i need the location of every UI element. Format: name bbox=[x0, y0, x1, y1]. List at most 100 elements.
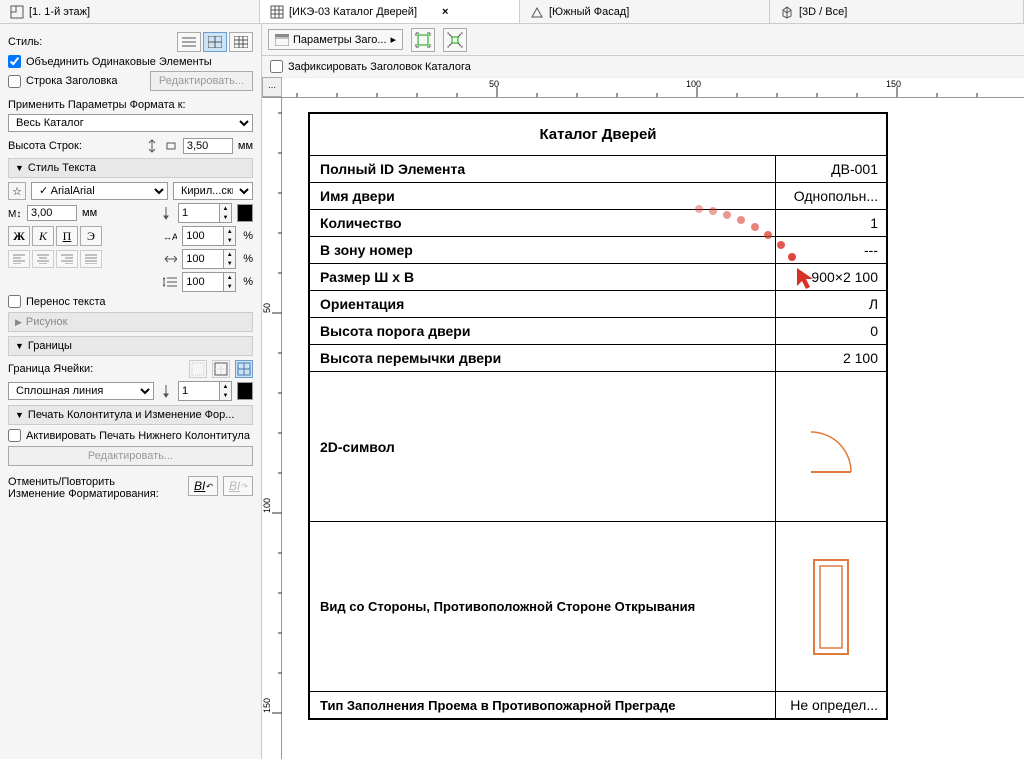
table-row: Высота перемычки двери2 100 bbox=[310, 345, 886, 372]
merge-same-label: Объединить Одинаковые Элементы bbox=[26, 56, 212, 68]
italic-button[interactable]: К bbox=[32, 226, 54, 246]
cell-border-label: Граница Ячейки: bbox=[8, 363, 93, 375]
svg-text:↔A: ↔A bbox=[163, 232, 177, 242]
schedule-icon bbox=[270, 5, 284, 19]
horizontal-ruler[interactable]: ⋯ 50 100 150 bbox=[262, 78, 1024, 98]
table-row: Высота порога двери0 bbox=[310, 318, 886, 345]
catalog-table: Каталог Дверей Полный ID ЭлементаДВ-001 … bbox=[308, 112, 888, 720]
border-color-swatch[interactable] bbox=[237, 382, 253, 400]
apply-scope-dropdown[interactable]: Весь Каталог bbox=[8, 114, 253, 132]
fix-header-label: Зафиксировать Заголовок Каталога bbox=[288, 61, 471, 73]
wrap-text-checkbox[interactable] bbox=[8, 295, 21, 308]
underline-button[interactable]: П bbox=[56, 226, 78, 246]
bold-button[interactable]: Ж bbox=[8, 226, 30, 246]
header-row-label: Строка Заголовка bbox=[26, 75, 118, 87]
text-style-section[interactable]: ▼ Стиль Текста bbox=[8, 158, 253, 178]
zoom-extents-button[interactable] bbox=[443, 28, 467, 52]
align-justify-button[interactable] bbox=[80, 250, 102, 268]
edit-footer-button[interactable]: Редактировать... bbox=[8, 446, 253, 466]
row-height-input[interactable] bbox=[183, 138, 233, 154]
table-row: ОриентацияЛ bbox=[310, 291, 886, 318]
header-params-button[interactable]: Параметры Заго... ▸ bbox=[268, 29, 403, 50]
fix-header-checkbox[interactable] bbox=[270, 60, 283, 73]
table-row: Полный ID ЭлементаДВ-001 bbox=[310, 156, 886, 183]
vertical-ruler[interactable]: 50 100 150 bbox=[262, 98, 282, 759]
tab-label: [Южный Фасад] bbox=[549, 6, 629, 18]
door-2d-symbol[interactable] bbox=[776, 372, 886, 521]
border-pen-input[interactable]: ▲▼ bbox=[178, 381, 232, 401]
edit-header-button[interactable]: Редактировать... bbox=[150, 71, 253, 91]
tab-floor-plan[interactable]: [1. 1-й этаж] bbox=[0, 0, 260, 23]
border-outer-button[interactable] bbox=[212, 360, 230, 378]
schedule-toolbar: Параметры Заго... ▸ bbox=[262, 24, 1024, 56]
undo-format-button[interactable]: BI↶ bbox=[188, 476, 218, 496]
chevron-right-icon: ▶ bbox=[15, 317, 22, 328]
pen-icon bbox=[159, 206, 173, 220]
height-icon bbox=[145, 139, 159, 153]
fit-button[interactable] bbox=[411, 28, 435, 52]
font-dropdown[interactable]: ✓ ArialArial bbox=[31, 182, 168, 200]
chevron-right-icon: ▸ bbox=[391, 33, 397, 46]
border-all-button[interactable] bbox=[235, 360, 253, 378]
table-row: Тип Заполнения Проема в Противопожарной … bbox=[310, 692, 886, 718]
tab-elevation[interactable]: [Южный Фасад] bbox=[520, 0, 770, 23]
footer-section[interactable]: ▼ Печать Колонтитула и Изменение Фор... bbox=[8, 405, 253, 425]
table-row: 2D-символ bbox=[310, 372, 886, 522]
borders-section[interactable]: ▼ Границы bbox=[8, 336, 253, 356]
ruler-options-button[interactable]: ⋯ bbox=[262, 77, 282, 97]
undo-label-1: Отменить/Повторить bbox=[8, 476, 183, 488]
tab-3d[interactable]: [3D / Все] bbox=[770, 0, 1024, 23]
style-large-btn[interactable] bbox=[229, 32, 253, 52]
table-row: Вид со Стороны, Противоположной Стороне … bbox=[310, 522, 886, 692]
line-spacing-icon bbox=[163, 275, 177, 289]
activate-footer-checkbox[interactable] bbox=[8, 429, 21, 442]
schedule-canvas[interactable]: Каталог Дверей Полный ID ЭлементаДВ-001 … bbox=[282, 98, 1024, 759]
drawing-section[interactable]: ▶ Рисунок bbox=[8, 312, 253, 332]
chevron-down-icon: ▼ bbox=[15, 410, 24, 420]
catalog-title: Каталог Дверей bbox=[310, 114, 886, 156]
align-left-button[interactable] bbox=[8, 250, 30, 268]
tab-catalog[interactable]: [ИКЭ-03 Каталог Дверей] × bbox=[260, 0, 520, 23]
line-type-dropdown[interactable]: Сплошная линия bbox=[8, 382, 154, 400]
char-spacing-icon: ↔A bbox=[163, 229, 177, 243]
pen-width-input[interactable]: ▲▼ bbox=[178, 203, 232, 223]
pen-icon-2 bbox=[159, 384, 173, 398]
border-none-button[interactable] bbox=[189, 360, 207, 378]
align-center-button[interactable] bbox=[32, 250, 54, 268]
style-grid-btn[interactable] bbox=[203, 32, 227, 52]
row-icon bbox=[164, 139, 178, 153]
encoding-dropdown[interactable]: Кирил...ский bbox=[173, 182, 253, 200]
table-row: Размер Ш x В900×2 100 bbox=[310, 264, 886, 291]
strike-button[interactable]: Э bbox=[80, 226, 102, 246]
activate-footer-label: Активировать Печать Нижнего Колонтитула bbox=[26, 429, 250, 443]
wrap-text-label: Перенос текста bbox=[26, 296, 106, 308]
favorite-toggle[interactable]: ☆ bbox=[8, 182, 26, 200]
style-list-btn[interactable] bbox=[177, 32, 201, 52]
row-height-label: Высота Строк: bbox=[8, 140, 82, 152]
undo-label-2: Изменение Форматирования: bbox=[8, 488, 183, 500]
svg-text:M↕: M↕ bbox=[8, 209, 21, 219]
line-spacing-input[interactable]: ▲▼ bbox=[182, 272, 236, 292]
table-row: Количество1 bbox=[310, 210, 886, 237]
redo-format-button[interactable]: BI↷ bbox=[223, 476, 253, 496]
font-size-input[interactable] bbox=[27, 205, 77, 221]
table-row: В зону номер--- bbox=[310, 237, 886, 264]
width-scale-input[interactable]: ▲▼ bbox=[182, 249, 236, 269]
document-tabs: [1. 1-й этаж] [ИКЭ-03 Каталог Дверей] × … bbox=[0, 0, 1024, 24]
elevation-icon bbox=[530, 5, 544, 19]
door-front-view[interactable] bbox=[776, 522, 886, 691]
tab-label: [ИКЭ-03 Каталог Дверей] bbox=[289, 6, 417, 18]
header-row-checkbox[interactable] bbox=[8, 75, 21, 88]
schedule-view: Параметры Заго... ▸ Зафиксировать Заголо… bbox=[262, 24, 1024, 759]
close-icon[interactable]: × bbox=[442, 6, 448, 18]
format-panel: Стиль: Объединить Одинаковые Элементы Ст… bbox=[0, 24, 262, 759]
char-spacing-input[interactable]: ▲▼ bbox=[182, 226, 236, 246]
align-right-button[interactable] bbox=[56, 250, 78, 268]
merge-same-checkbox[interactable] bbox=[8, 55, 21, 68]
chevron-down-icon: ▼ bbox=[15, 341, 24, 351]
color-swatch[interactable] bbox=[237, 204, 253, 222]
style-label: Стиль: bbox=[8, 36, 42, 48]
mm-label-2: мм bbox=[82, 207, 97, 219]
width-scale-icon bbox=[163, 252, 177, 266]
cube-icon bbox=[780, 5, 794, 19]
